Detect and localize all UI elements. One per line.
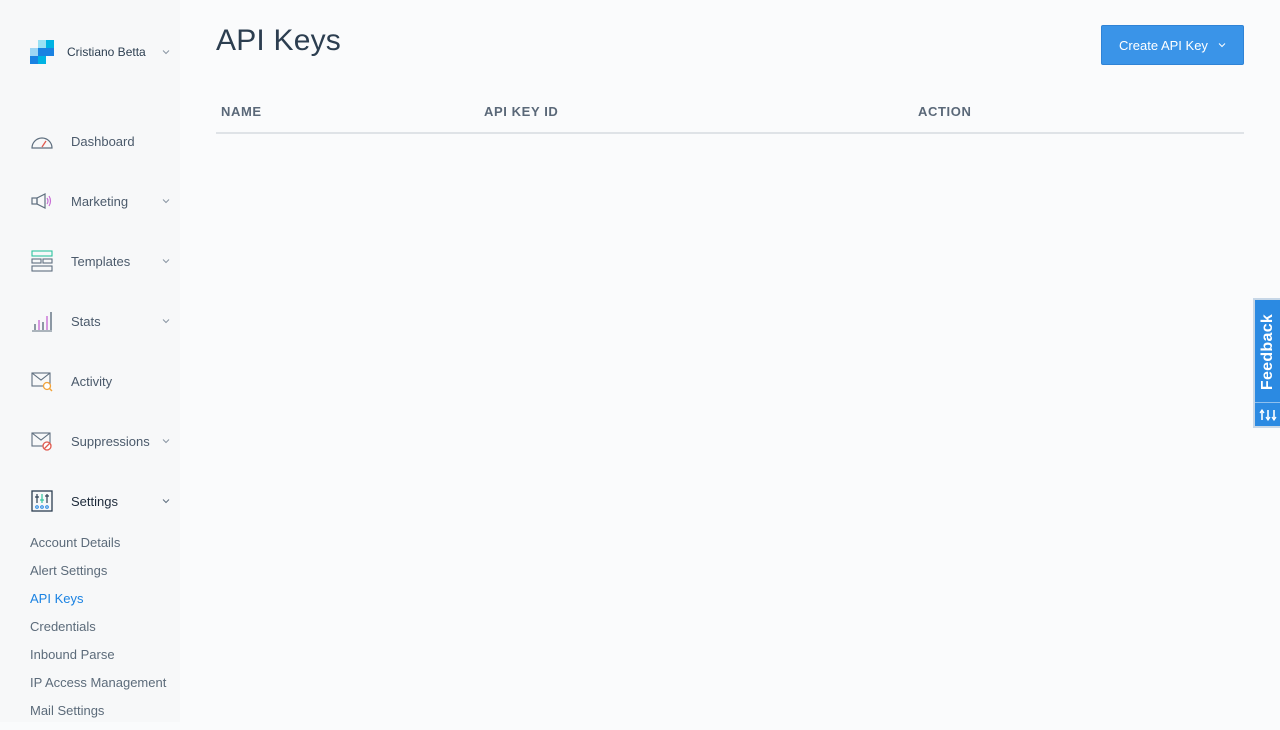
sidebar: Cristiano Betta Dashboard Marketing Temp… xyxy=(0,0,180,722)
sidebar-item-suppressions[interactable]: Suppressions xyxy=(30,429,170,453)
column-header-name: NAME xyxy=(221,104,262,119)
subnav-inbound-parse[interactable]: Inbound Parse xyxy=(30,646,166,674)
chevron-down-icon xyxy=(162,199,170,204)
feedback-divider xyxy=(1255,402,1280,403)
sidebar-item-label: Activity xyxy=(71,373,113,389)
chevron-down-icon xyxy=(162,50,170,55)
suppressions-mail-icon xyxy=(30,430,54,452)
sidebar-item-dashboard[interactable]: Dashboard xyxy=(30,129,170,153)
feedback-label: Feedback xyxy=(1258,313,1276,391)
subnav-mail-settings[interactable]: Mail Settings xyxy=(30,702,166,730)
column-header-api-key-id: API KEY ID xyxy=(484,104,559,119)
settings-submenu: Account Details Alert Settings API Keys … xyxy=(30,534,166,730)
chevron-down-icon xyxy=(162,499,170,504)
sidebar-item-label: Marketing xyxy=(71,193,129,209)
sidebar-item-label: Templates xyxy=(71,253,131,269)
megaphone-icon xyxy=(30,190,54,212)
create-api-key-button[interactable]: Create API Key xyxy=(1101,25,1244,65)
subnav-account-details[interactable]: Account Details xyxy=(30,534,166,562)
subnav-api-keys[interactable]: API Keys xyxy=(30,590,166,618)
chevron-down-icon xyxy=(1218,43,1226,48)
sidebar-item-label: Settings xyxy=(71,493,118,509)
activity-mail-icon xyxy=(30,370,54,392)
sidebar-item-stats[interactable]: Stats xyxy=(30,309,170,333)
subnav-credentials[interactable]: Credentials xyxy=(30,618,166,646)
subnav-alert-settings[interactable]: Alert Settings xyxy=(30,562,166,590)
stats-bar-chart-icon xyxy=(30,310,54,332)
api-keys-table-header: NAME API KEY ID ACTION xyxy=(216,96,1244,134)
chevron-down-icon xyxy=(162,259,170,264)
chevron-down-icon xyxy=(162,439,170,444)
create-api-key-label: Create API Key xyxy=(1119,37,1208,53)
sidebar-item-label: Suppressions xyxy=(71,433,150,449)
account-name: Cristiano Betta xyxy=(67,45,146,59)
templates-icon xyxy=(30,250,54,272)
column-header-action: ACTION xyxy=(918,104,972,119)
sidebar-item-label: Dashboard xyxy=(71,133,135,149)
sidebar-item-label: Stats xyxy=(71,313,101,329)
sidebar-item-activity[interactable]: Activity xyxy=(30,369,170,393)
account-switcher[interactable]: Cristiano Betta xyxy=(30,40,170,64)
chevron-down-icon xyxy=(162,319,170,324)
feedback-tab[interactable]: Feedback xyxy=(1253,298,1280,428)
settings-sliders-icon xyxy=(30,490,54,512)
page-title: API Keys xyxy=(216,24,341,57)
sidebar-item-marketing[interactable]: Marketing xyxy=(30,189,170,213)
sidebar-item-templates[interactable]: Templates xyxy=(30,249,170,273)
dashboard-gauge-icon xyxy=(30,130,54,152)
subnav-ip-access-management[interactable]: IP Access Management xyxy=(30,674,166,702)
sidebar-item-settings[interactable]: Settings xyxy=(30,489,170,513)
feedback-sliders-icon xyxy=(1259,408,1277,422)
sendgrid-logo xyxy=(30,40,54,64)
